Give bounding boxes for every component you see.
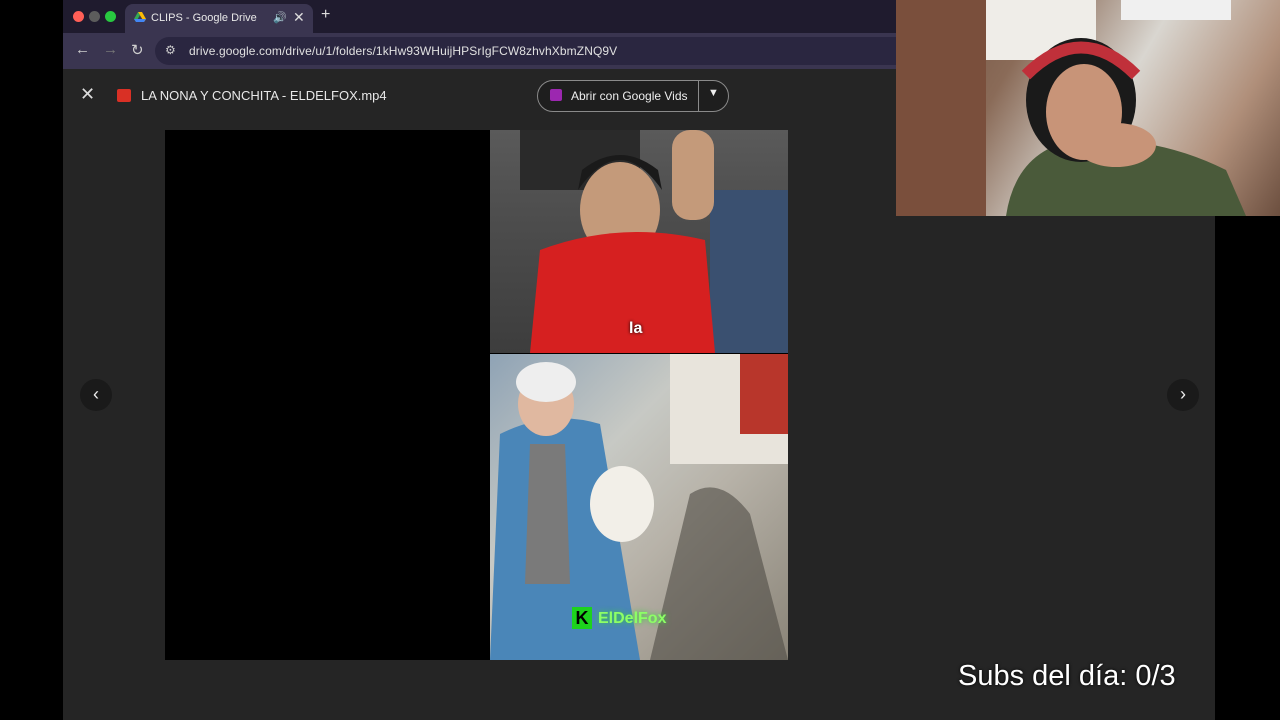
speaker-icon[interactable]: 🔊 [273,11,287,24]
open-with-button[interactable]: Abrir con Google Vids ▼ [537,80,729,112]
watermark-text: ElDelFox [598,610,667,627]
webcam-person [896,0,1246,216]
browser-tab[interactable]: CLIPS - Google Drive 🔊 ✕ [125,4,313,33]
dropdown-caret-icon[interactable]: ▼ [708,87,719,99]
close-window-button[interactable] [73,11,84,22]
eldelfox-logo-icon: K [572,607,592,629]
open-with-label: Abrir con Google Vids [571,89,688,103]
forward-icon[interactable]: → [103,41,118,58]
video-player[interactable]: la K ElDelFox [165,130,788,660]
google-vids-icon [550,89,562,101]
url-text: drive.google.com/drive/u/1/folders/1kHw9… [189,44,618,58]
back-icon[interactable]: ← [75,41,90,58]
site-info-icon[interactable]: ⚙ [165,43,176,57]
maximize-window-button[interactable] [105,11,116,22]
reload-icon[interactable]: ↻ [131,41,144,59]
next-arrow-icon[interactable]: › [1167,379,1199,411]
address-bar[interactable]: ⚙ drive.google.com/drive/u/1/folders/1kH… [155,37,915,65]
tab-title: CLIPS - Google Drive [151,12,257,24]
subs-counter: Subs del día: 0/3 [958,660,1176,692]
close-icon[interactable]: ✕ [293,9,305,26]
button-divider [698,81,699,111]
video-frame-top: la [490,130,788,353]
video-frame-bottom: K ElDelFox [490,354,788,660]
webcam-overlay [896,0,1280,216]
new-tab-button[interactable]: + [321,6,330,24]
google-drive-icon [134,12,146,22]
close-icon[interactable]: ✕ [80,84,95,105]
prev-arrow-icon[interactable]: ‹ [80,379,112,411]
video-file-icon [117,89,131,102]
minimize-window-button[interactable] [89,11,100,22]
file-title: LA NONA Y CONCHITA - ELDELFOX.mp4 [141,88,387,103]
video-caption: la [629,320,643,337]
